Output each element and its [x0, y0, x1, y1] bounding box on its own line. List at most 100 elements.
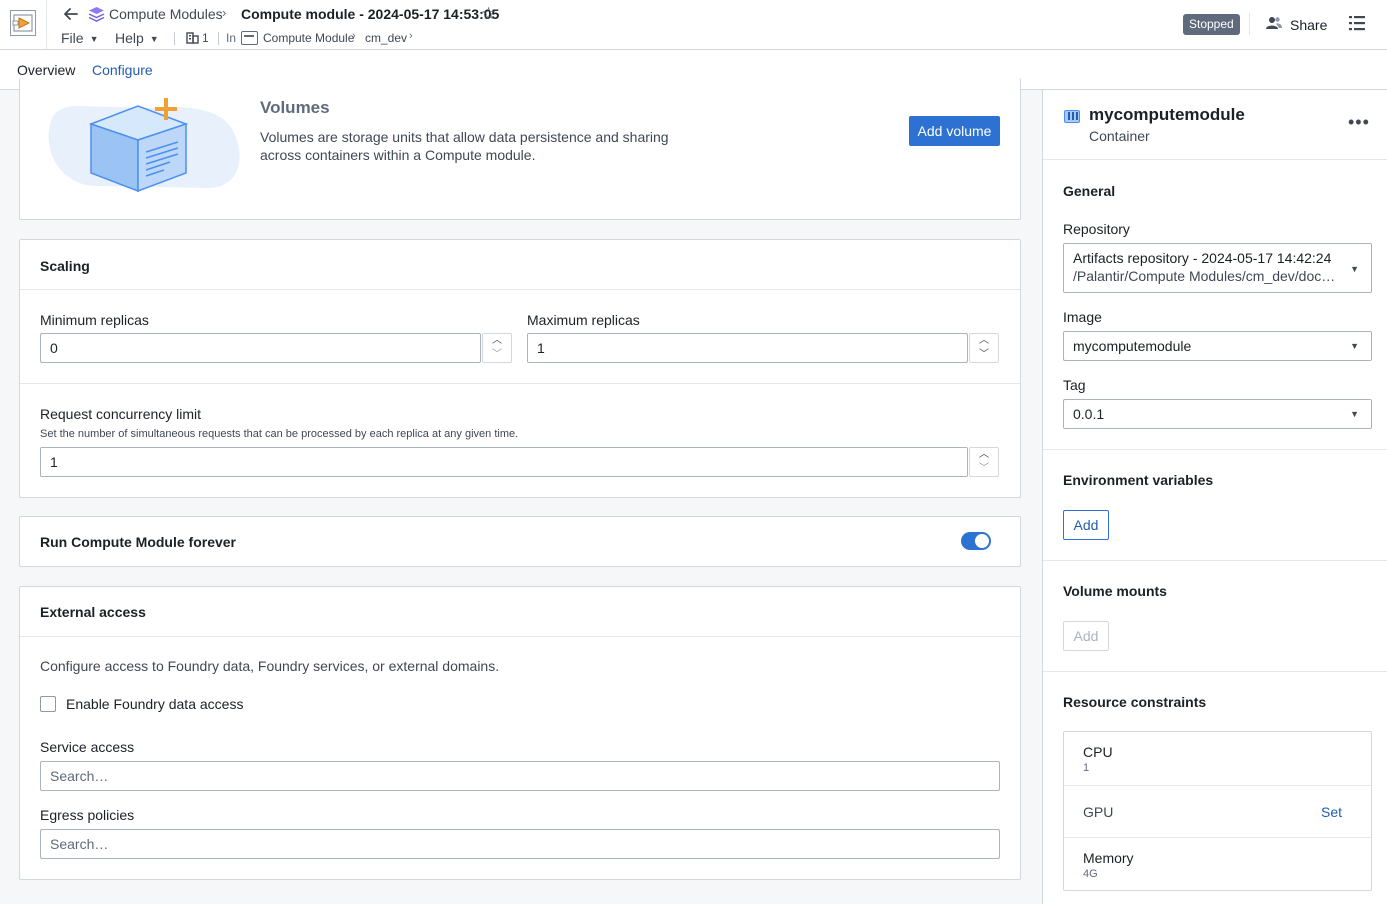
menu-divider [174, 32, 175, 45]
container-kind: Container [1089, 128, 1150, 144]
run-forever-toggle[interactable] [961, 532, 991, 550]
add-environment-variable-button[interactable]: Add [1063, 510, 1109, 540]
repository-label: Repository [1063, 221, 1130, 237]
volumes-title: Volumes [260, 98, 330, 117]
path-item-compute-module[interactable]: Compute Module [263, 31, 354, 45]
divider [20, 636, 1020, 637]
memory-label: Memory [1083, 850, 1134, 866]
volume-mounts-title: Volume mounts [1063, 583, 1167, 599]
caret-down-icon: ▼ [89, 34, 99, 44]
volumes-card: Volumes Volumes are storage units that a… [19, 78, 1021, 220]
divider [1043, 449, 1387, 450]
image-value: mycomputemodule [1073, 338, 1192, 354]
cpu-label: CPU [1083, 744, 1113, 760]
path-item-cm-dev[interactable]: cm_dev [365, 31, 407, 45]
tag-select[interactable]: 0.0.1 ▼ [1063, 399, 1372, 429]
max-replicas-label: Maximum replicas [527, 312, 640, 328]
service-access-search-input[interactable] [40, 761, 1000, 791]
image-select[interactable]: mycomputemodule ▼ [1063, 331, 1372, 361]
divider [1043, 159, 1387, 160]
file-menu-label: File [61, 30, 84, 46]
egress-policies-search-input[interactable] [40, 829, 1000, 859]
foundry-data-access-label[interactable]: Enable Foundry data access [66, 696, 243, 712]
min-replicas-stepper: ︿ ﹀ [482, 333, 512, 363]
app-logo-icon[interactable] [10, 10, 36, 36]
repository-value: Artifacts repository - 2024-05-17 14:42:… [1073, 250, 1332, 266]
tab-overview[interactable]: Overview [17, 62, 75, 78]
star-icon[interactable]: ☆ [481, 4, 496, 24]
caret-down-icon: ▼ [149, 34, 159, 44]
breadcrumb-compute-modules[interactable]: Compute Modules [109, 6, 223, 22]
external-access-card: External access Configure access to Foun… [19, 586, 1021, 880]
memory-value: 4G [1083, 868, 1098, 880]
service-access-label: Service access [40, 739, 135, 755]
caret-down-icon: ▼ [1350, 341, 1359, 351]
project-icon [241, 31, 258, 45]
divider [1043, 671, 1387, 672]
people-icon [1266, 14, 1282, 36]
header-divider [46, 0, 47, 49]
container-panel: mycomputemodule Container ••• General Re… [1042, 90, 1387, 904]
increment-icon[interactable]: ︿ [483, 334, 511, 348]
scaling-card: Scaling Minimum replicas ︿ ﹀ Maximum rep… [19, 239, 1021, 498]
share-label: Share [1290, 17, 1328, 33]
status-badge: Stopped [1183, 14, 1240, 35]
menu-divider [218, 32, 219, 45]
path-chevron-icon: › [352, 30, 356, 42]
caret-down-icon: ▼ [1350, 409, 1359, 419]
divider [20, 289, 1020, 290]
max-replicas-stepper: ︿ ﹀ [969, 333, 999, 363]
add-volume-mount-button[interactable]: Add [1063, 621, 1109, 651]
volumes-illustration [48, 98, 240, 192]
organization-count[interactable]: 1 [202, 31, 209, 45]
location-prefix: In [226, 31, 237, 45]
back-arrow-icon[interactable] [62, 5, 80, 23]
tab-configure[interactable]: Configure [92, 62, 153, 78]
set-gpu-button[interactable]: Set [1321, 804, 1342, 820]
max-replicas-input[interactable] [527, 333, 968, 363]
concurrency-limit-help: Set the number of simultaneous requests … [40, 428, 519, 440]
organization-icon[interactable] [186, 32, 199, 47]
decrement-icon[interactable]: ﹀ [483, 348, 511, 362]
help-menu-label: Help [115, 30, 144, 46]
help-menu[interactable]: Help ▼ [115, 30, 159, 46]
add-volume-button[interactable]: Add volume [909, 116, 1000, 146]
container-name: mycomputemodule [1089, 105, 1245, 124]
concurrency-limit-stepper: ︿ ﹀ [969, 447, 999, 477]
egress-policies-label: Egress policies [40, 807, 135, 823]
share-button[interactable]: Share [1266, 14, 1327, 36]
breadcrumb-chevron-icon: › [222, 5, 227, 20]
resource-row-memory: Memory 4G [1064, 838, 1371, 890]
concurrency-limit-input[interactable] [40, 447, 968, 477]
properties-list-icon[interactable] [1348, 14, 1366, 32]
repository-select[interactable]: Artifacts repository - 2024-05-17 14:42:… [1063, 243, 1372, 293]
concurrency-limit-label: Request concurrency limit [40, 406, 202, 422]
divider [20, 383, 1020, 384]
divider [1043, 560, 1387, 561]
tag-value: 0.0.1 [1073, 406, 1105, 422]
increment-icon[interactable]: ︿ [970, 334, 998, 348]
file-menu[interactable]: File ▼ [61, 30, 98, 46]
caret-down-icon: ▼ [1350, 264, 1359, 274]
more-options-icon[interactable]: ••• [1348, 112, 1370, 133]
resource-row-gpu: GPU Set [1064, 786, 1371, 838]
external-access-description: Configure access to Foundry data, Foundr… [40, 658, 500, 674]
run-forever-title: Run Compute Module forever [40, 534, 237, 550]
resource-row-cpu: CPU 1 [1064, 732, 1371, 786]
gpu-label: GPU [1083, 804, 1114, 820]
tag-label: Tag [1063, 377, 1086, 393]
foundry-data-access-checkbox[interactable] [40, 696, 56, 712]
app-header: Compute Modules › Compute module - 2024-… [0, 0, 1387, 50]
general-title: General [1063, 183, 1116, 199]
decrement-icon[interactable]: ﹀ [970, 348, 998, 362]
container-icon [1064, 110, 1080, 123]
page-title: Compute module - 2024-05-17 14:53:05 [241, 6, 500, 22]
increment-icon[interactable]: ︿ [970, 448, 998, 462]
min-replicas-label: Minimum replicas [40, 312, 149, 328]
decrement-icon[interactable]: ﹀ [970, 462, 998, 476]
image-label: Image [1063, 309, 1102, 325]
min-replicas-input[interactable] [40, 333, 481, 363]
path-chevron-icon: › [409, 30, 413, 42]
environment-variables-title: Environment variables [1063, 472, 1214, 488]
resource-constraints-list: CPU 1 GPU Set Memory 4G [1063, 731, 1372, 891]
